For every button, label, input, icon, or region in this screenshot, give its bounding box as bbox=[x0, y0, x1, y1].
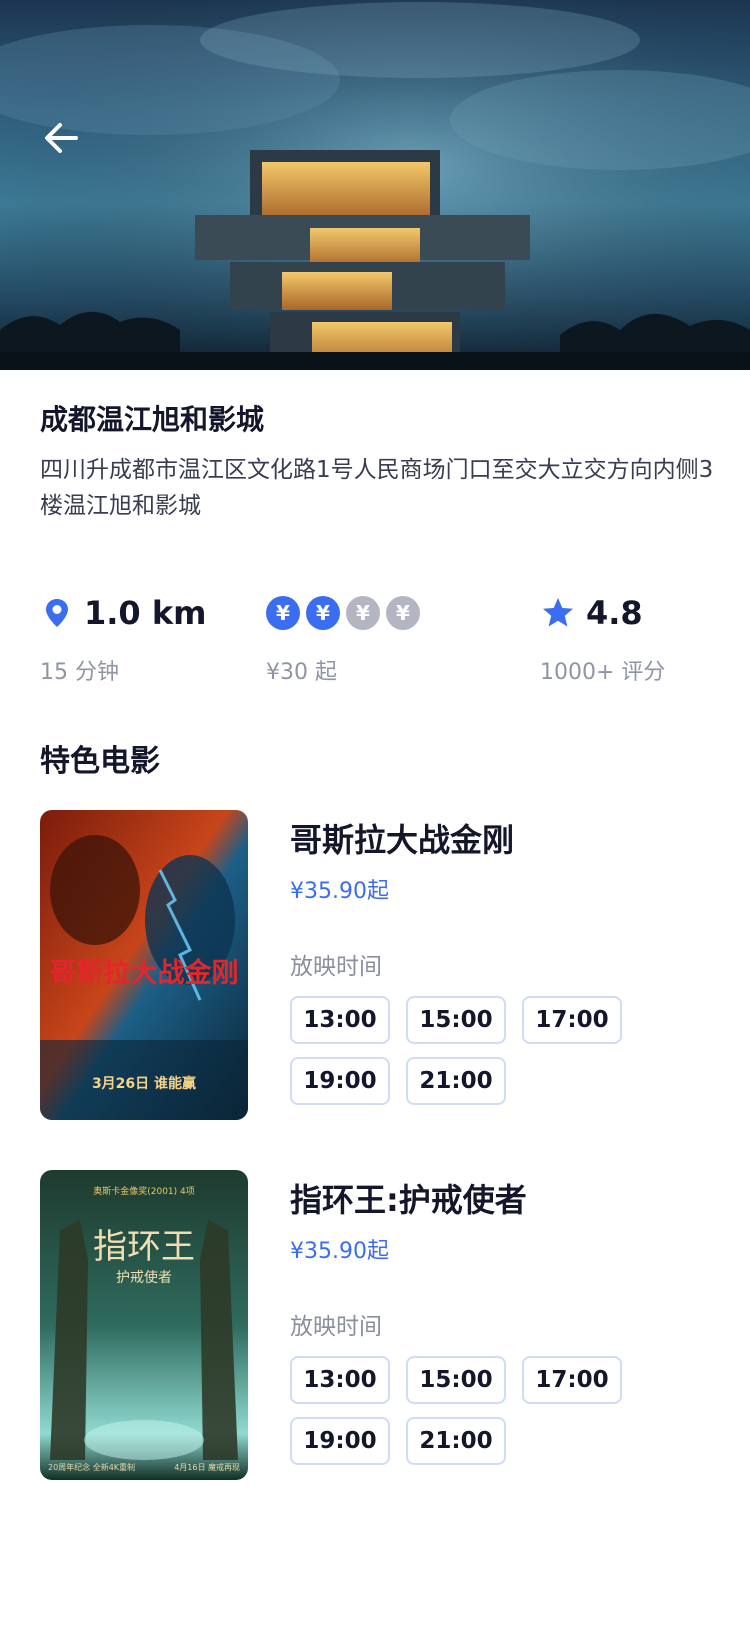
cinema-address: 四川升成都市温江区文化路1号人民商场门口至交大立交方向内侧3楼温江旭和影城 bbox=[40, 457, 714, 519]
price-from: ¥30 起 bbox=[266, 660, 337, 685]
godzilla-kong-poster-art: 哥斯拉大战金刚 3月26日 谁能赢 bbox=[40, 810, 248, 1120]
distance-stat: 1.0 km 15 分钟 bbox=[40, 590, 206, 686]
showtime-chip[interactable]: 19:00 bbox=[290, 1417, 390, 1465]
poster-title-text: 哥斯拉大战金刚 bbox=[50, 957, 239, 989]
movie-details: 哥斯拉大战金刚 ¥35.90起 放映时间 13:00 15:00 17:00 1… bbox=[290, 810, 720, 1118]
showtime-chip[interactable]: 15:00 bbox=[406, 996, 506, 1044]
showtime-chip[interactable]: 21:00 bbox=[406, 1417, 506, 1465]
showtime-chip[interactable]: 17:00 bbox=[522, 996, 622, 1044]
movie-poster[interactable]: 哥斯拉大战金刚 3月26日 谁能赢 bbox=[40, 810, 248, 1120]
movie-card-godzilla-kong[interactable]: 哥斯拉大战金刚 3月26日 谁能赢 哥斯拉大战金刚 ¥35.90起 放映时间 1… bbox=[40, 810, 720, 1120]
yen-coin-icon: ¥ bbox=[386, 596, 420, 630]
showtime-label: 放映时间 bbox=[290, 1314, 382, 1340]
back-button[interactable] bbox=[36, 112, 88, 164]
poster-title-text: 指环王 bbox=[93, 1227, 195, 1267]
yen-coin-icon: ¥ bbox=[346, 596, 380, 630]
showtime-list: 13:00 15:00 17:00 19:00 21:00 bbox=[290, 1356, 650, 1478]
movie-price: ¥35.90起 bbox=[290, 1239, 389, 1264]
rating-value: 4.8 bbox=[586, 594, 643, 632]
cinema-info: 成都温江旭和影城 四川升成都市温江区文化路1号人民商场门口至交大立交方向内侧3楼… bbox=[40, 400, 720, 524]
showtime-chip[interactable]: 19:00 bbox=[290, 1057, 390, 1105]
distance-value: 1.0 km bbox=[84, 594, 207, 632]
poster-footer-right-text: 4月16日 魔戒再现 bbox=[174, 1462, 240, 1472]
yen-coin-icon: ¥ bbox=[306, 596, 340, 630]
arrow-left-icon bbox=[45, 123, 78, 153]
cinema-name: 成都温江旭和影城 bbox=[40, 403, 265, 436]
rating-stat: 4.8 1000+ 评分 bbox=[540, 590, 665, 686]
poster-footer-left-text: 20周年纪念 全新4K重制 bbox=[48, 1462, 135, 1472]
showtime-chip[interactable]: 13:00 bbox=[290, 1356, 390, 1404]
movie-title[interactable]: 指环王:护戒使者 bbox=[290, 1170, 720, 1230]
showtime-chip[interactable]: 13:00 bbox=[290, 996, 390, 1044]
movie-poster[interactable]: 奥斯卡金像奖(2001) 4项 指环王 护戒使者 20周年纪念 全新4K重制 4… bbox=[40, 1170, 248, 1480]
poster-subtitle-text: 护戒使者 bbox=[116, 1269, 172, 1286]
price-level-stat: ¥ ¥ ¥ ¥ ¥30 起 bbox=[266, 590, 426, 686]
lotr-poster-art: 奥斯卡金像奖(2001) 4项 指环王 护戒使者 20周年纪念 全新4K重制 4… bbox=[40, 1170, 248, 1480]
star-icon bbox=[543, 598, 573, 627]
movie-details: 指环王:护戒使者 ¥35.90起 放映时间 13:00 15:00 17:00 … bbox=[290, 1170, 720, 1478]
location-pin-icon bbox=[46, 599, 68, 627]
movie-price: ¥35.90起 bbox=[290, 879, 389, 904]
distance-time: 15 分钟 bbox=[40, 660, 119, 685]
showtime-chip[interactable]: 15:00 bbox=[406, 1356, 506, 1404]
rating-count: 1000+ 评分 bbox=[540, 660, 666, 685]
price-level-coins: ¥ ¥ ¥ ¥ bbox=[266, 590, 426, 636]
featured-movies-title: 特色电影 bbox=[40, 744, 160, 779]
cinema-building-illustration bbox=[0, 0, 750, 370]
yen-coin-icon: ¥ bbox=[266, 596, 300, 630]
movie-card-lotr[interactable]: 奥斯卡金像奖(2001) 4项 指环王 护戒使者 20周年纪念 全新4K重制 4… bbox=[40, 1170, 720, 1480]
showtime-label: 放映时间 bbox=[290, 954, 382, 980]
cinema-stats: 1.0 km 15 分钟 ¥ ¥ ¥ ¥ ¥30 起 4.8 1000+ 评分 bbox=[40, 590, 720, 690]
showtime-list: 13:00 15:00 17:00 19:00 21:00 bbox=[290, 996, 650, 1118]
showtime-chip[interactable]: 21:00 bbox=[406, 1057, 506, 1105]
showtime-chip[interactable]: 17:00 bbox=[522, 1356, 622, 1404]
movie-title[interactable]: 哥斯拉大战金刚 bbox=[290, 810, 720, 870]
poster-badge-text: 奥斯卡金像奖(2001) 4项 bbox=[93, 1185, 195, 1197]
cinema-hero-image bbox=[0, 0, 750, 370]
poster-date-text: 3月26日 谁能赢 bbox=[92, 1075, 196, 1092]
